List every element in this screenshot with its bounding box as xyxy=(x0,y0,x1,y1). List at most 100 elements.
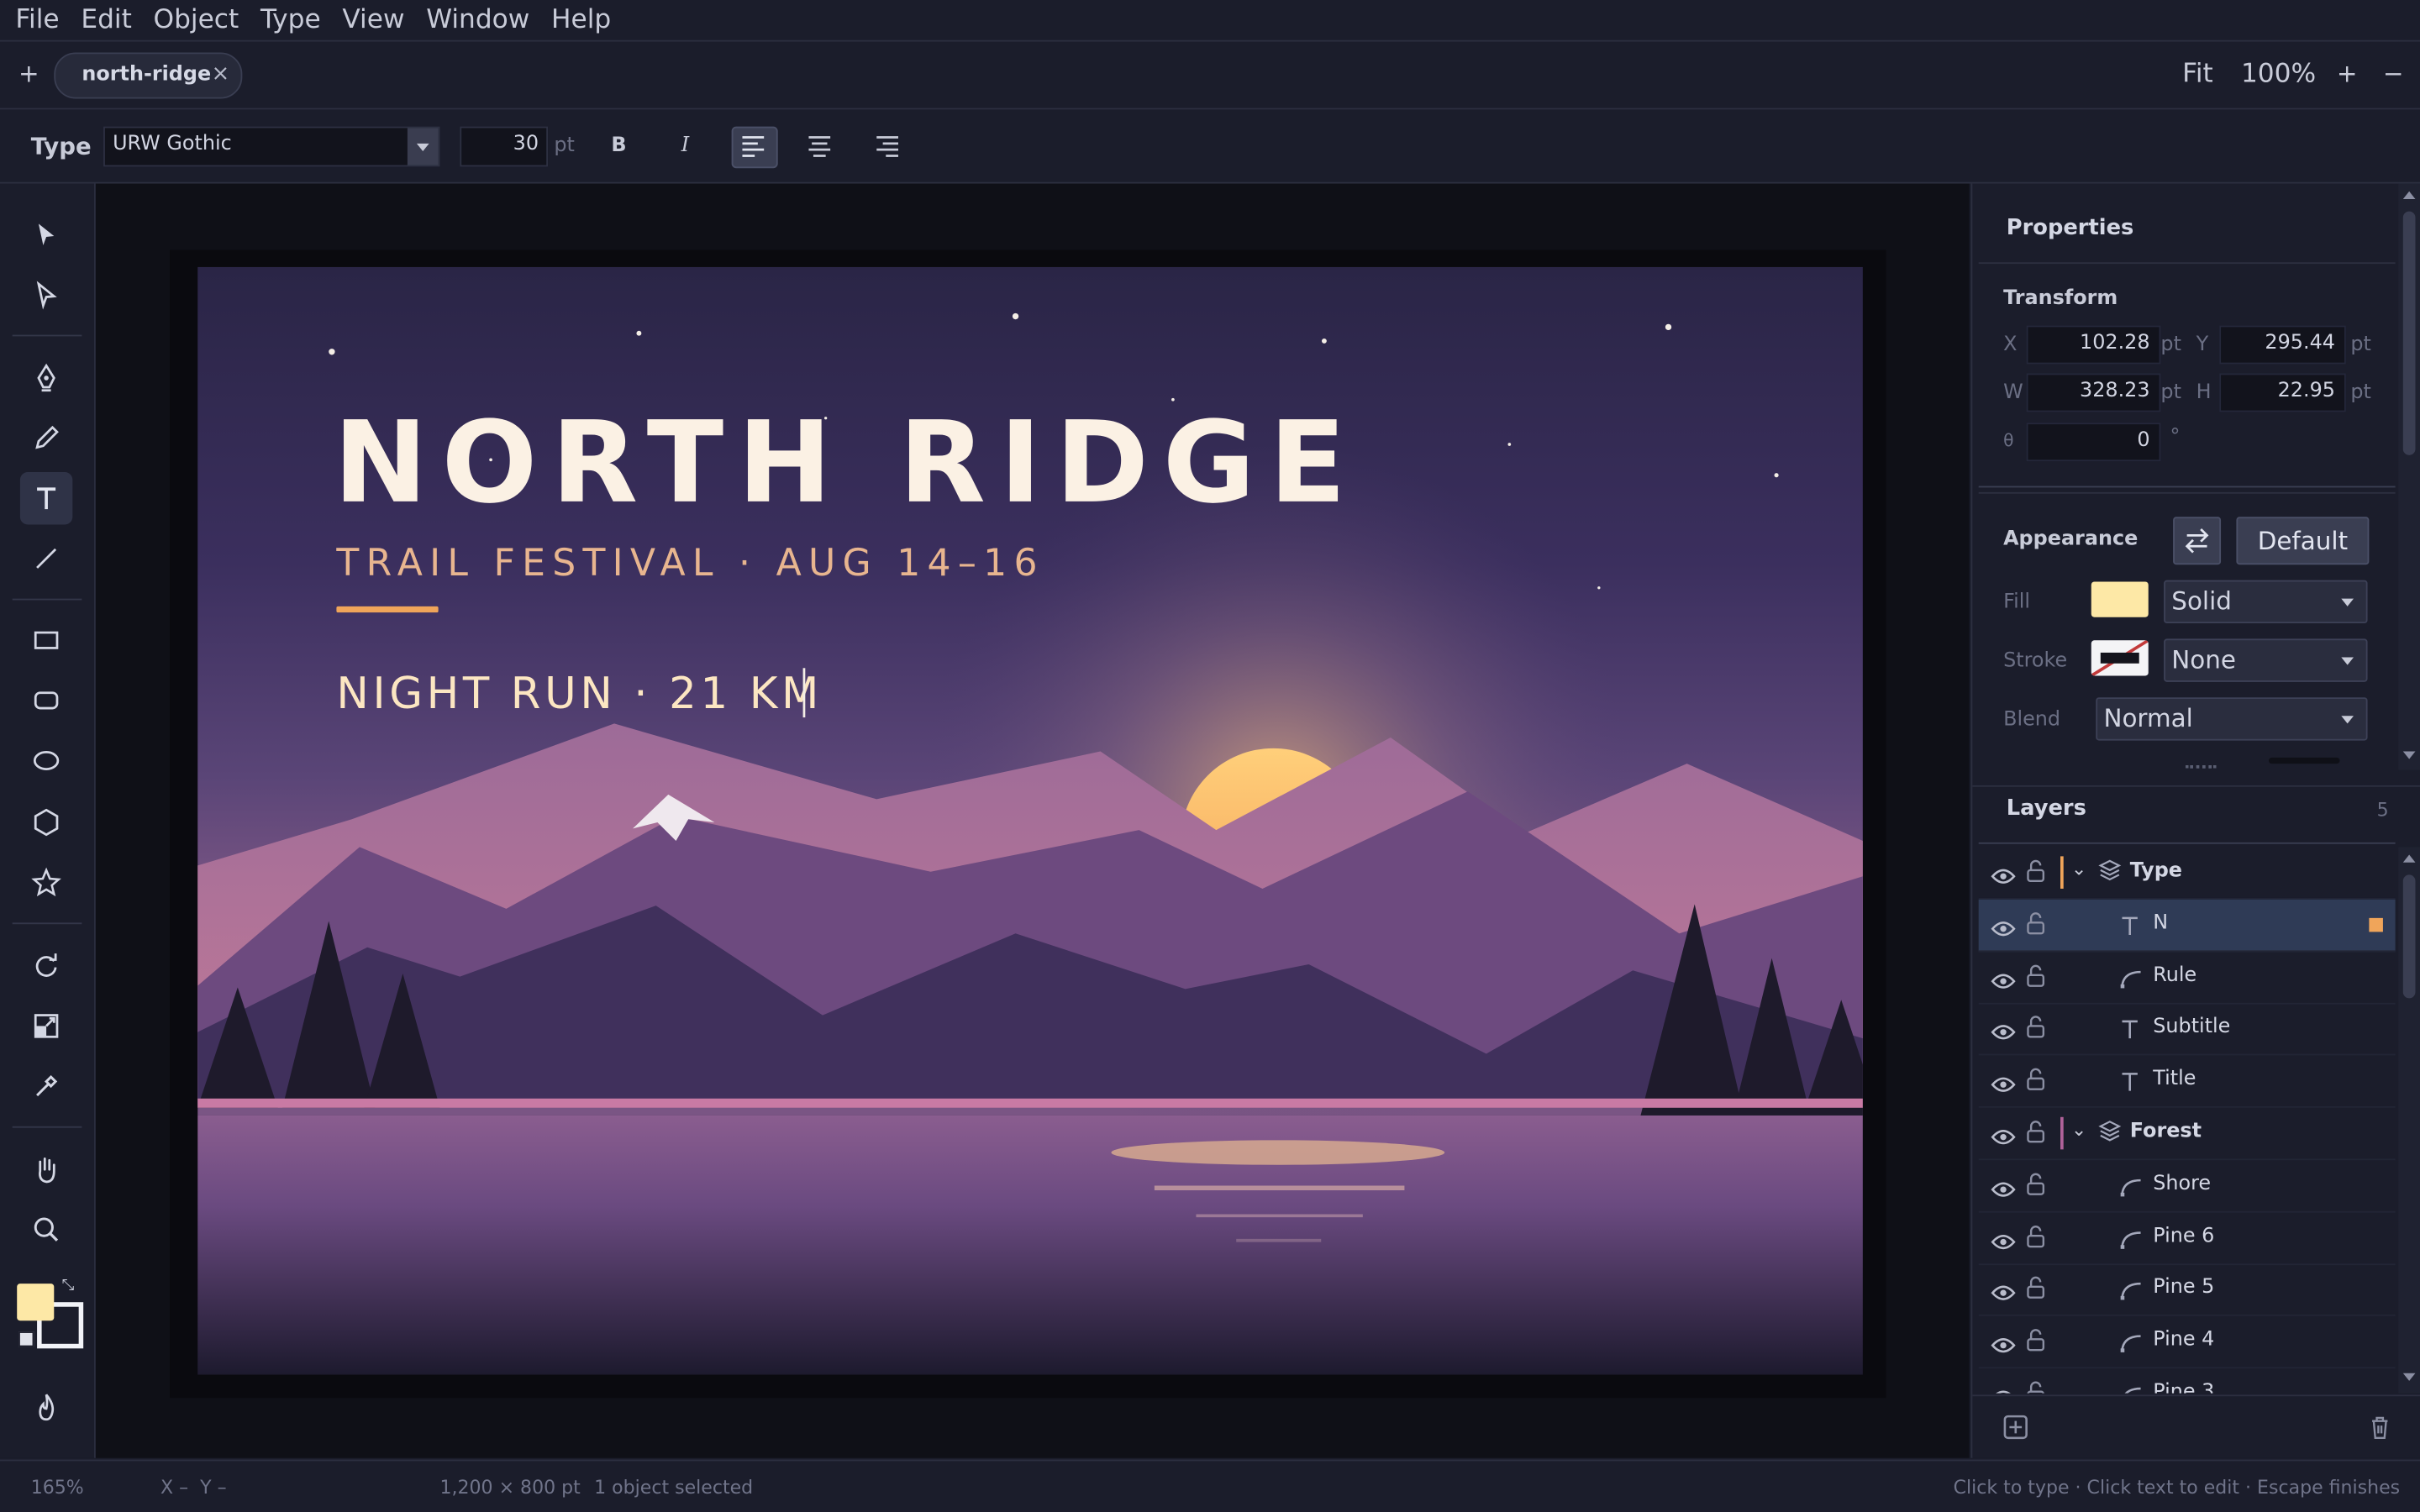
chevron-down-icon[interactable]: ⌄ xyxy=(2071,1119,2086,1141)
visibility-eye-icon[interactable] xyxy=(1991,915,2016,944)
menu-help[interactable]: Help xyxy=(551,5,611,36)
bold-button[interactable]: B xyxy=(597,127,640,165)
poster-subtitle[interactable]: TRAIL FESTIVAL · AUG 14–16 xyxy=(335,542,1044,585)
visibility-eye-icon[interactable] xyxy=(1991,1019,2016,1048)
lock-icon[interactable] xyxy=(2027,1225,2045,1254)
font-size-input[interactable]: 30 xyxy=(460,126,549,167)
align-center-button[interactable] xyxy=(798,127,841,165)
polygon-tool[interactable] xyxy=(20,796,72,848)
layer-row[interactable]: Subtitle xyxy=(1978,1004,2396,1057)
add-layer-button[interactable] xyxy=(2003,1415,2028,1446)
blend-mode-select[interactable]: Normal xyxy=(2096,697,2368,741)
direct-select-tool[interactable] xyxy=(20,269,72,321)
rounded-rectangle-tool[interactable] xyxy=(20,675,72,727)
new-tab-button[interactable]: + xyxy=(18,59,39,88)
lock-icon[interactable] xyxy=(2027,1277,2045,1306)
lock-icon[interactable] xyxy=(2027,1381,2045,1394)
chevron-down-icon[interactable]: ⌄ xyxy=(2071,858,2086,879)
pencil-tool[interactable] xyxy=(20,412,72,464)
text-t-icon xyxy=(2119,1069,2141,1099)
rotation-input[interactable]: 0 xyxy=(2026,423,2161,462)
scrollbar-thumb[interactable] xyxy=(2402,211,2416,455)
poster-rule[interactable] xyxy=(336,606,439,613)
type-tool[interactable] xyxy=(19,472,73,525)
w-input[interactable]: 328.23 xyxy=(2026,373,2161,412)
layer-row[interactable]: Pine 5 xyxy=(1978,1264,2396,1317)
stroke-color-swatch[interactable] xyxy=(2091,640,2149,676)
tab-close-icon[interactable]: × xyxy=(212,61,230,86)
swap-button[interactable] xyxy=(2173,517,2222,565)
lock-icon[interactable] xyxy=(2027,963,2045,993)
layer-row[interactable]: Shore xyxy=(1978,1160,2396,1213)
ellipse-tool[interactable] xyxy=(20,734,72,786)
rectangle-tool[interactable] xyxy=(20,614,72,666)
poster-title[interactable]: NORTH RIDGE xyxy=(334,397,1360,528)
scroll-up-icon[interactable] xyxy=(2402,191,2416,199)
layer-row[interactable]: N xyxy=(1978,899,2396,952)
menu-type[interactable]: Type xyxy=(260,5,321,36)
lock-icon[interactable] xyxy=(2027,1120,2045,1149)
layer-group-row[interactable]: ⌄ Forest xyxy=(1978,1108,2396,1161)
add-square-icon xyxy=(2003,1415,2028,1440)
layers-stack-icon xyxy=(2097,858,2122,889)
no-color-icon xyxy=(2091,640,2149,676)
layer-row[interactable]: Title xyxy=(1978,1056,2396,1109)
menu-object[interactable]: Object xyxy=(154,5,239,36)
stroke-type-select[interactable]: None xyxy=(2164,638,2368,682)
properties-scrollbar[interactable] xyxy=(2398,183,2420,770)
zoom-in-button[interactable]: + xyxy=(2337,59,2358,88)
menu-view[interactable]: View xyxy=(342,5,404,36)
lock-icon[interactable] xyxy=(2027,1173,2045,1202)
lock-icon[interactable] xyxy=(2027,911,2045,941)
visibility-eye-icon[interactable] xyxy=(1991,1384,2015,1394)
visibility-eye-icon[interactable] xyxy=(1991,1123,2016,1152)
zoom-level[interactable]: 100% xyxy=(2241,59,2316,90)
layers-count: 5 xyxy=(2376,799,2389,822)
poster-run-line[interactable]: NIGHT RUN · 21 KM xyxy=(336,669,823,719)
lock-icon[interactable] xyxy=(2027,1016,2045,1045)
align-left-button[interactable] xyxy=(731,126,778,169)
path-curve-icon xyxy=(2119,1331,2144,1360)
fill-type-select[interactable]: Solid xyxy=(2164,580,2368,624)
layer-row[interactable]: Pine 3 xyxy=(1979,1368,2396,1394)
zoom-fit-button[interactable]: Fit xyxy=(2182,59,2213,90)
layer-row[interactable]: Rule xyxy=(1978,952,2396,1004)
fill-color-swatch[interactable] xyxy=(2091,581,2149,617)
y-input[interactable]: 295.44 xyxy=(2219,325,2346,365)
zoom-out-button[interactable]: − xyxy=(2383,59,2404,88)
layers-stack-icon xyxy=(2097,1119,2122,1150)
delete-layer-button[interactable] xyxy=(2368,1415,2392,1446)
line-tool[interactable] xyxy=(20,533,72,585)
menu-edit[interactable]: Edit xyxy=(81,5,131,36)
select-tool[interactable] xyxy=(20,208,72,260)
resize-grip-icon[interactable] xyxy=(2185,765,2217,773)
x-input[interactable]: 102.28 xyxy=(2026,325,2161,365)
italic-button[interactable]: I xyxy=(664,127,707,165)
lock-icon[interactable] xyxy=(2027,1068,2045,1097)
pen-tool[interactable] xyxy=(20,352,72,404)
visibility-eye-icon[interactable] xyxy=(1991,1175,2016,1205)
chevron-down-icon[interactable] xyxy=(407,128,439,165)
rounded-rectangle-icon xyxy=(34,691,59,710)
menu-window[interactable]: Window xyxy=(426,5,529,36)
lock-icon[interactable] xyxy=(2027,859,2045,889)
visibility-eye-icon[interactable] xyxy=(1991,1071,2016,1100)
visibility-eye-icon[interactable] xyxy=(1991,1227,2016,1257)
font-family-select[interactable]: URW Gothic xyxy=(103,126,440,167)
visibility-eye-icon[interactable] xyxy=(1991,967,2016,996)
menu-file[interactable]: File xyxy=(15,5,59,36)
align-right-button[interactable] xyxy=(865,127,908,165)
visibility-eye-icon[interactable] xyxy=(1991,1279,2016,1309)
visibility-eye-icon[interactable] xyxy=(1991,863,2016,892)
scroll-down-icon[interactable] xyxy=(2402,751,2416,759)
layer-row[interactable]: Pine 4 xyxy=(1978,1316,2396,1369)
h-input[interactable]: 22.95 xyxy=(2219,373,2346,412)
layer-row[interactable]: Pine 6 xyxy=(1978,1212,2396,1265)
visibility-eye-icon[interactable] xyxy=(1991,1331,2016,1361)
lock-icon[interactable] xyxy=(2027,1329,2045,1358)
fill-type-value: Solid xyxy=(2171,585,2232,616)
appearance-title: Appearance xyxy=(2003,528,2139,551)
default-button[interactable]: Default xyxy=(2236,517,2370,565)
document-tab[interactable]: north-ridge × xyxy=(54,52,243,99)
layer-group-row[interactable]: ⌄ Type xyxy=(1978,847,2396,900)
